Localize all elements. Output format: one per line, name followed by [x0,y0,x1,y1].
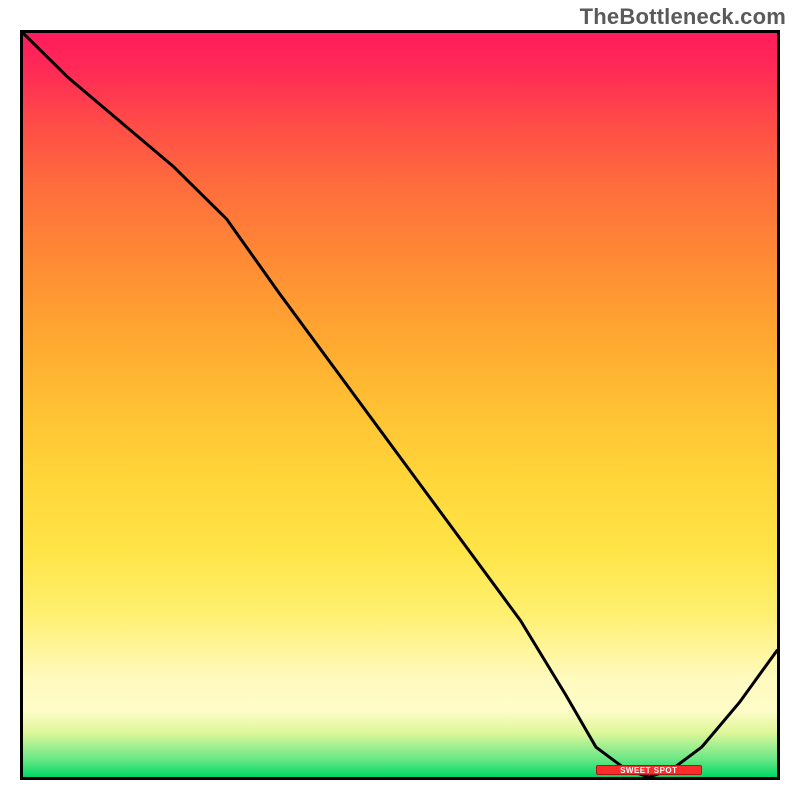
sweet-spot-label: SWEET SPOT [620,766,677,775]
watermark-text: TheBottleneck.com [580,4,786,30]
bottleneck-curve [23,33,777,777]
chart-container: TheBottleneck.com SWEET SPOT [0,0,800,800]
sweet-spot-marker: SWEET SPOT [596,765,702,775]
plot-area: SWEET SPOT [20,30,780,780]
